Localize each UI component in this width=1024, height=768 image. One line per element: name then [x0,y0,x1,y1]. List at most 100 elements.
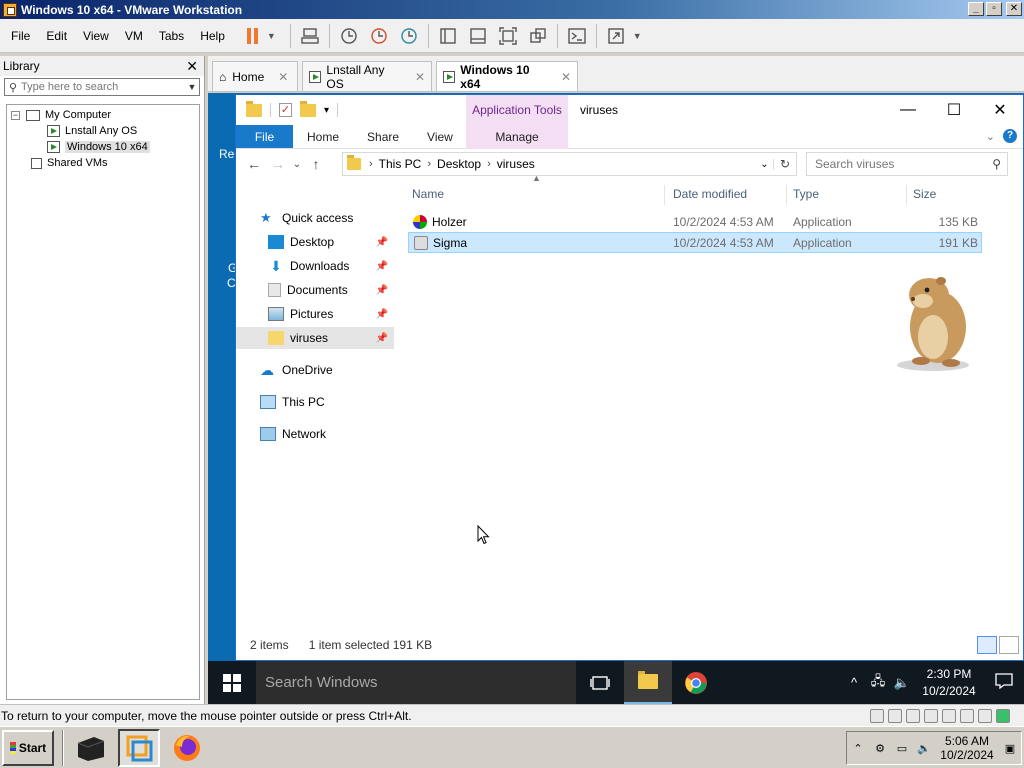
tab-home[interactable]: Home [293,125,353,148]
tab-file[interactable]: File [236,125,293,148]
full-screen-button[interactable] [495,23,521,49]
action-center-icon[interactable] [984,673,1024,692]
nav-onedrive[interactable]: ☁ OneDrive [236,359,394,381]
tray-display-icon[interactable]: ▭ [891,742,913,755]
tab-view[interactable]: View [413,125,467,148]
floppy-icon[interactable] [906,708,920,723]
library-close-icon[interactable]: ✕ [186,58,198,75]
tray-expand-icon[interactable]: ⌃ [847,742,869,755]
library-search-input[interactable]: ⚲ Type here to search ▼ [4,78,200,96]
new-folder-icon[interactable] [300,100,316,117]
tab-share[interactable]: Share [353,125,413,148]
taskbar-app-black[interactable] [70,729,112,767]
task-view-button[interactable] [576,661,624,704]
cd-drive-icon[interactable] [888,708,902,723]
expand-ribbon-icon[interactable]: ⌄ [986,130,995,143]
breadcrumb-viruses[interactable]: viruses [497,157,535,171]
close-button[interactable]: ✕ [1006,2,1022,16]
hard-disk-icon[interactable] [870,708,884,723]
column-size[interactable]: Size [913,187,936,201]
close-tab-icon[interactable]: ✕ [415,70,425,84]
nav-pictures[interactable]: Pictures 📌 [236,303,394,325]
pin-icon[interactable]: 📌 [376,261,388,272]
stretch-dropdown-icon[interactable]: ▼ [633,31,642,41]
nav-network[interactable]: Network [236,423,394,445]
details-view-icon[interactable] [977,636,997,654]
thumbnail-bar-button[interactable] [465,23,491,49]
show-hidden-icons-chevron-icon[interactable]: ^ [842,675,866,690]
help-icon[interactable]: ? [1003,129,1017,143]
close-tab-icon[interactable]: ✕ [561,70,571,84]
tab-home[interactable]: ⌂ Home ✕ [212,61,298,91]
pin-icon[interactable]: 📌 [376,333,388,344]
tray-notification-icon[interactable]: ▣ [999,742,1021,755]
nav-viruses[interactable]: viruses 📌 [236,327,394,349]
tab-install-any-os[interactable]: Lnstall Any OS ✕ [302,61,432,91]
pause-vm-button[interactable] [243,23,263,49]
host-clock[interactable]: 5:06 AM 10/2/2024 [935,734,999,762]
chevron-right-icon[interactable]: › [487,158,491,170]
up-arrow-icon[interactable]: ↑ [304,156,328,172]
refresh-icon[interactable]: ↻ [774,157,796,171]
tree-item-windows-10[interactable]: Windows 10 x64 [47,139,150,155]
unity-button[interactable] [525,23,551,49]
column-name[interactable]: Name [412,187,444,201]
chevron-right-icon[interactable]: › [427,158,431,170]
snapshot-manager-button[interactable] [396,23,422,49]
tree-item-shared-vms[interactable]: Shared VMs [31,155,108,171]
recent-locations-icon[interactable]: ⌄ [290,159,304,170]
guest-display[interactable]: Rec G C ✓ ▾ Application Tools viruses — … [208,93,1024,704]
close-icon[interactable]: ✕ [977,95,1023,125]
column-date-modified[interactable]: Date modified [673,187,747,201]
back-arrow-icon[interactable]: ← [242,156,266,172]
tree-item-install-any-os[interactable]: Lnstall Any OS [47,123,137,139]
nav-this-pc[interactable]: This PC [236,391,394,413]
menu-file[interactable]: File [0,29,38,43]
network-adapter-icon[interactable] [924,708,938,723]
guest-search-box[interactable]: Search Windows [256,661,576,704]
usb-icon[interactable] [942,708,956,723]
menu-edit[interactable]: Edit [38,29,75,43]
taskbar-file-explorer[interactable] [624,661,672,704]
host-start-button[interactable]: Start [2,729,54,766]
message-icon[interactable] [996,708,1010,723]
menu-help[interactable]: Help [192,29,233,43]
menu-view[interactable]: View [75,29,117,43]
nav-documents[interactable]: Documents 📌 [236,279,394,301]
address-bar[interactable]: › This PC › Desktop › viruses ⌄ ↻ [342,152,797,176]
volume-icon[interactable]: 🔈 [890,675,914,691]
address-dropdown-icon[interactable]: ⌄ [756,158,774,170]
tab-manage[interactable]: Manage [466,125,568,149]
pin-icon[interactable]: 📌 [376,285,388,296]
minimize-button[interactable]: _ [968,2,984,16]
nav-desktop[interactable]: Desktop 📌 [236,231,394,253]
tab-windows-10[interactable]: Windows 10 x64 ✕ [436,61,578,91]
file-row[interactable]: Sigma 10/2/2024 4:53 AM Application 191 … [408,232,982,253]
restore-button[interactable]: ▫ [986,2,1002,16]
maximize-icon[interactable]: ☐ [931,95,977,125]
minimize-icon[interactable]: — [885,95,931,125]
pin-icon[interactable]: 📌 [376,237,388,248]
guest-start-button[interactable] [208,661,256,704]
stretch-guest-button[interactable] [603,23,629,49]
customize-toolbar-icon[interactable]: ▾ [324,105,329,116]
taskbar-chrome[interactable] [672,661,720,704]
collapse-icon[interactable]: − [11,110,20,120]
host-title-bar[interactable]: Windows 10 x64 - VMware Workstation _ ▫ … [0,0,1024,19]
tree-item-my-computer[interactable]: − My Computer [11,107,111,123]
close-tab-icon[interactable]: ✕ [278,70,288,84]
taskbar-vmware[interactable] [118,728,160,767]
network-icon[interactable]: 🖧 [866,672,890,694]
console-view-button[interactable] [564,23,590,49]
nav-downloads[interactable]: ⬇ Downloads 📌 [236,255,394,277]
show-library-button[interactable] [435,23,461,49]
properties-icon[interactable]: ✓ [279,103,292,117]
file-row[interactable]: Holzer 10/2/2024 4:53 AM Application 135… [408,211,982,232]
power-dropdown-icon[interactable]: ▼ [267,31,276,41]
printer-icon[interactable] [978,708,992,723]
explorer-search-input[interactable]: Search viruses ⚲ [806,152,1008,176]
send-ctrl-alt-del-button[interactable] [297,23,323,49]
chevron-down-icon[interactable]: ▼ [185,82,199,92]
forward-arrow-icon[interactable]: → [266,156,290,172]
pin-icon[interactable]: 📌 [376,309,388,320]
